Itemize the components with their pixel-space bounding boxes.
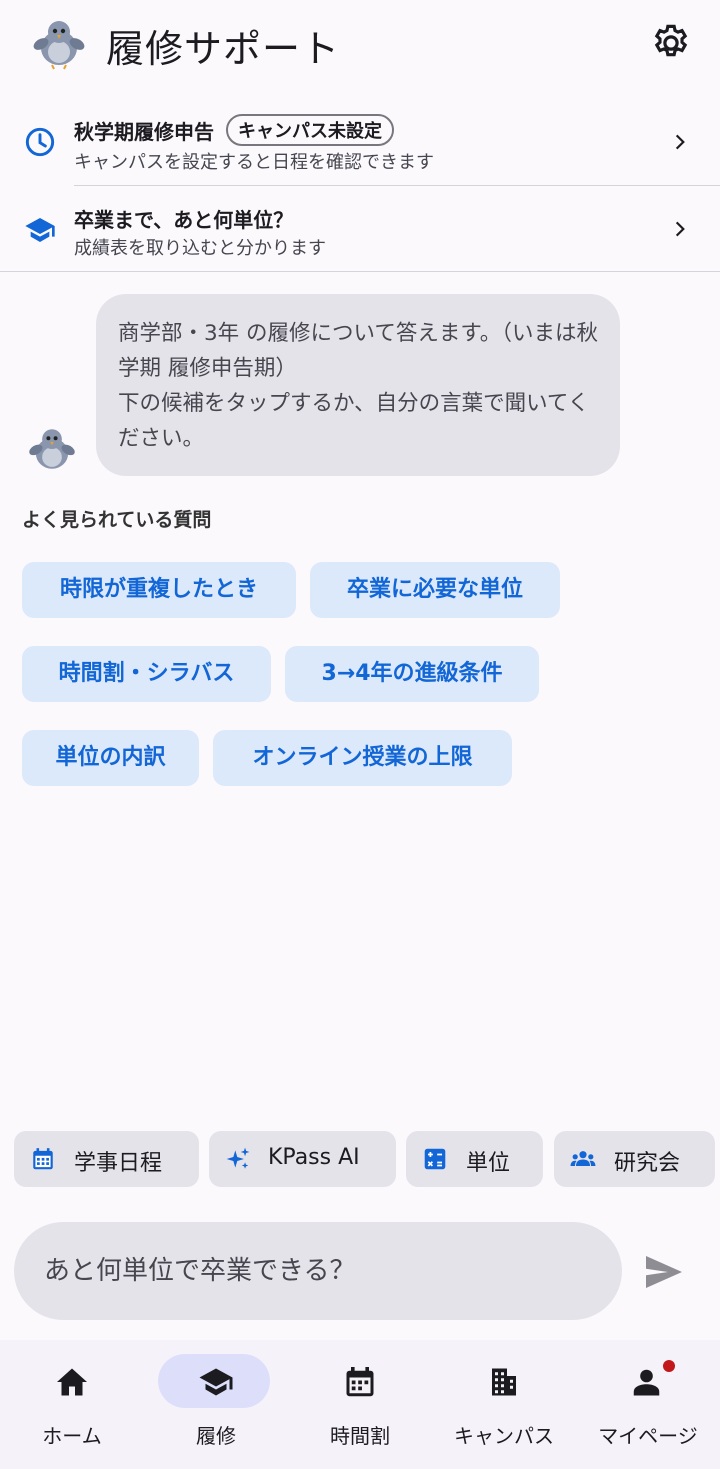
kpass-ai-button[interactable]: KPass AI <box>209 1131 396 1187</box>
graduation-cap-icon <box>25 218 55 242</box>
faq-chip[interactable]: 時間割・シラバス <box>22 646 271 702</box>
bird-mascot-icon <box>29 429 75 469</box>
clock-icon <box>25 127 55 157</box>
faq-chip[interactable]: 3→4年の進級条件 <box>285 646 539 702</box>
seminar-button[interactable]: 研究会 <box>554 1131 715 1187</box>
building-icon <box>492 1368 516 1396</box>
chevron-right-icon <box>675 221 685 237</box>
person-icon <box>633 1369 660 1396</box>
send-icon[interactable] <box>640 1248 688 1296</box>
chevron-right-icon <box>675 134 685 150</box>
nav-label: キャンパス <box>454 1424 554 1448</box>
credits-button[interactable]: 単位 <box>406 1131 543 1187</box>
nav-item-courses[interactable]: 履修 <box>144 1340 288 1469</box>
calculator-icon <box>424 1148 446 1170</box>
faq-section-label: よく見られている質問 <box>22 509 212 531</box>
nav-item-home[interactable]: ホーム <box>0 1340 144 1469</box>
chat-input[interactable] <box>14 1222 622 1320</box>
calendar-icon <box>33 1148 53 1170</box>
graduation-subtitle: 成績表を取り込むと分かります <box>74 238 326 259</box>
faq-chip[interactable]: オンライン授業の上限 <box>213 730 512 786</box>
gear-icon[interactable] <box>650 22 692 64</box>
calendar-icon <box>346 1367 374 1397</box>
graduation-cap-icon <box>199 1368 233 1396</box>
nav-label: 履修 <box>196 1424 236 1448</box>
nav-label: マイページ <box>598 1424 698 1448</box>
nav-label: 時間割 <box>330 1424 390 1448</box>
action-label: KPass AI <box>268 1145 360 1170</box>
action-label: 研究会 <box>614 1151 681 1176</box>
campus-status-badge: キャンパス未設定 <box>226 114 394 146</box>
faq-chip[interactable]: 卒業に必要な単位 <box>310 562 560 618</box>
graduation-row[interactable]: 卒業まで、あと何単位？ 成績表を取り込むと分かります <box>0 186 720 272</box>
action-label: 学事日程 <box>74 1151 163 1176</box>
semester-subtitle: キャンパスを設定すると日程を確認できます <box>74 152 434 173</box>
nav-item-campus[interactable]: キャンパス <box>432 1340 576 1469</box>
groups-icon <box>570 1151 596 1167</box>
academic-calendar-button[interactable]: 学事日程 <box>14 1131 199 1187</box>
action-label: 単位 <box>466 1151 511 1176</box>
page-title: 履修サポート <box>106 27 341 71</box>
bottom-navigation: ホーム 履修 時間割 キャンパス マイページ <box>0 1340 720 1469</box>
home-icon <box>57 1368 87 1396</box>
notification-dot <box>663 1360 675 1372</box>
graduation-title: 卒業まで、あと何単位？ <box>74 208 294 232</box>
sparkle-icon <box>226 1147 250 1169</box>
faq-chip[interactable]: 単位の内訳 <box>22 730 199 786</box>
faq-chip[interactable]: 時限が重複したとき <box>22 562 296 618</box>
app-bar: 履修サポート <box>0 0 720 86</box>
nav-item-mypage[interactable]: マイページ <box>576 1340 720 1469</box>
assistant-message-bubble: 商学部・3年 の履修について答えます。（いまは秋学期 履修申告期） 下の候補をタ… <box>96 294 620 476</box>
bird-mascot-icon <box>33 21 85 70</box>
nav-label: ホーム <box>42 1424 102 1448</box>
divider <box>0 271 720 272</box>
semester-row[interactable]: 秋学期履修申告 キャンパス未設定 キャンパスを設定すると日程を確認できます <box>0 96 720 184</box>
nav-item-timetable[interactable]: 時間割 <box>288 1340 432 1469</box>
semester-title: 秋学期履修申告 <box>74 120 214 144</box>
